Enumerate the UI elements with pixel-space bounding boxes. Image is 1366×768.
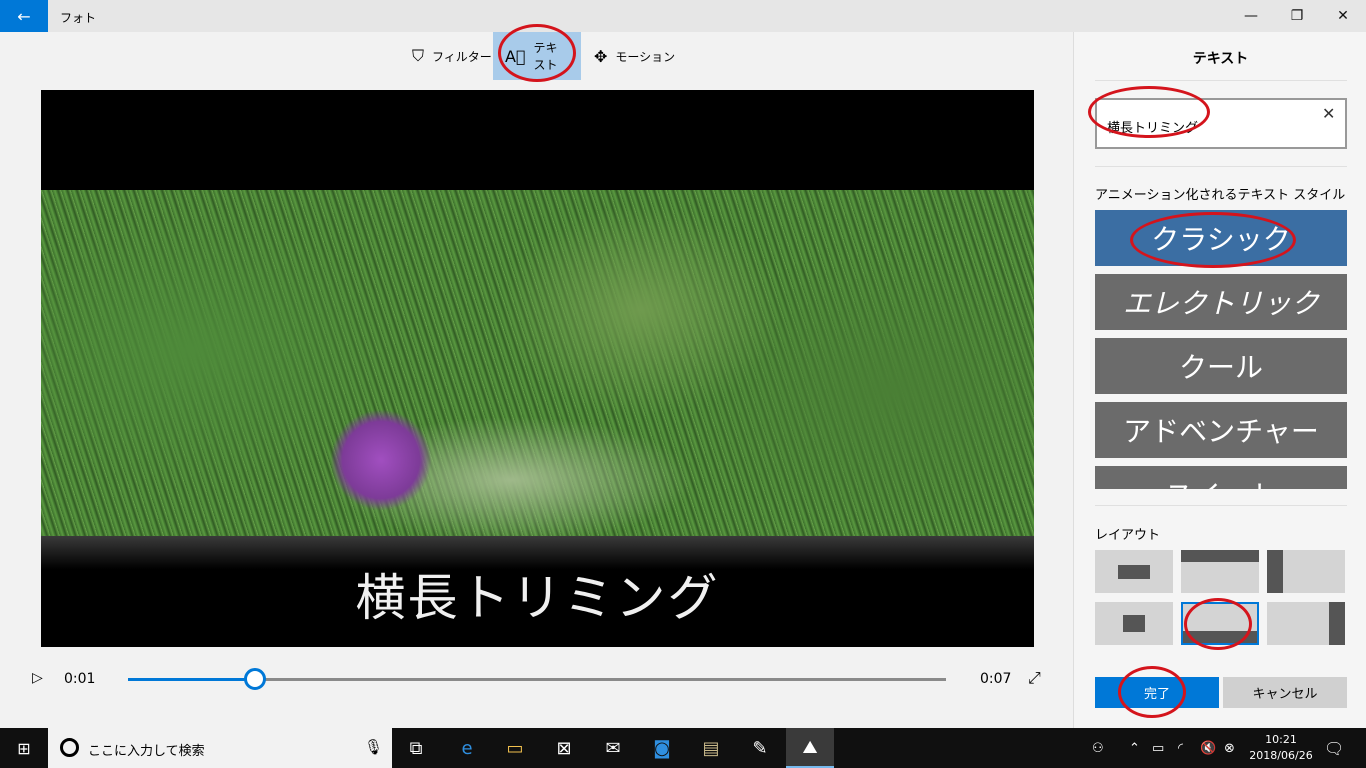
wifi-icon[interactable]: ◜ — [1178, 728, 1183, 768]
expand-icon: ⤢ — [1028, 668, 1041, 687]
divider — [1095, 505, 1347, 506]
start-button[interactable]: ⊞ — [0, 728, 48, 768]
style-adventure-button[interactable]: アドベンチャー — [1095, 402, 1347, 458]
filter-label: フィルター — [432, 49, 492, 64]
close-button[interactable]: ✕ — [1320, 0, 1366, 32]
styles-label: アニメーション化されるテキスト スタイル — [1095, 188, 1346, 203]
playback-controls: ▷ 0:01 0:07 ⤢ — [0, 660, 1073, 700]
divider — [1095, 166, 1347, 167]
motion-label: モーション — [615, 49, 676, 64]
caption-text-input[interactable] — [1095, 98, 1347, 149]
back-button[interactable]: ← — [0, 0, 48, 32]
layout-left-icon — [1267, 550, 1283, 593]
restore-button[interactable]: ❐ — [1274, 0, 1320, 32]
layout-bottom-icon — [1183, 631, 1257, 643]
minimize-button[interactable]: — — [1228, 0, 1274, 32]
microphone-icon[interactable]: 🎙 — [364, 738, 383, 756]
thistle-photo — [41, 190, 1034, 536]
edge-icon[interactable]: e — [443, 728, 491, 768]
text-button[interactable]: A⃞ テキスト — [493, 32, 581, 80]
restore-icon: ❐ — [1290, 8, 1304, 24]
layout-right-button[interactable] — [1267, 602, 1345, 645]
filter-button[interactable]: ⛉ フィルター — [400, 32, 504, 80]
store-icon[interactable]: ⊠ — [540, 728, 588, 768]
clock-time: 10:21 — [1265, 733, 1297, 746]
edit-toolbar: ⛉ フィルター A⃞ テキスト ✥ モーション — [0, 32, 1073, 80]
show-hidden-icons-icon[interactable]: ⌃ — [1129, 728, 1140, 768]
title-bar: ← フォト — ❐ ✕ — [0, 0, 1366, 32]
minimize-icon: — — [1244, 8, 1258, 24]
current-time: 0:01 — [64, 671, 96, 687]
play-button[interactable]: ▷ — [32, 670, 43, 686]
motion-icon: ✥ — [594, 46, 608, 66]
editor-main: ⛉ フィルター A⃞ テキスト ✥ モーション 横長トリミング ▷ 0:01 0… — [0, 32, 1073, 728]
photos-app-icon[interactable]: ⛰ — [786, 728, 834, 768]
style-electric-button[interactable]: エレクトリック — [1095, 274, 1347, 330]
duration: 0:07 — [980, 671, 1012, 687]
seek-bar[interactable] — [128, 668, 946, 690]
divider — [1095, 80, 1347, 81]
volume-muted-icon[interactable]: 🔇 — [1200, 728, 1216, 768]
style-cool-button[interactable]: クール — [1095, 338, 1347, 394]
battery-icon[interactable]: ▭ — [1152, 728, 1164, 768]
layout-top-icon — [1181, 550, 1259, 562]
back-arrow-icon: ← — [17, 6, 31, 26]
cortana-icon — [60, 738, 79, 757]
text-panel: テキスト ✕ アニメーション化されるテキスト スタイル クラシック エレクトリッ… — [1073, 32, 1366, 728]
style-list: クラシック エレクトリック クール アドベンチャー スイート — [1095, 210, 1347, 489]
file-explorer-icon[interactable]: ▭ — [491, 728, 539, 768]
fullscreen-button[interactable]: ⤢ — [1028, 668, 1041, 688]
taskbar-clock[interactable]: 10:21 2018/06/26 — [1248, 732, 1314, 764]
text-icon: A⃞ — [505, 46, 526, 66]
layout-top-button[interactable] — [1181, 550, 1259, 593]
layout-center-small-icon — [1123, 615, 1145, 632]
outlook-icon[interactable]: ◙ — [638, 728, 686, 768]
notification-status-icon[interactable]: ⊗ — [1224, 728, 1235, 768]
video-caption: 横長トリミング — [355, 569, 720, 627]
style-sweet-button[interactable]: スイート — [1095, 466, 1347, 489]
task-view-icon[interactable]: ⧉ — [392, 728, 440, 768]
cancel-button[interactable]: キャンセル — [1223, 677, 1347, 708]
windows-logo-icon: ⊞ — [17, 738, 31, 758]
mail-icon[interactable]: ✉ — [589, 728, 637, 768]
panel-title: テキスト — [1192, 51, 1249, 67]
seek-thumb[interactable] — [243, 668, 266, 690]
clear-text-button[interactable]: ✕ — [1322, 104, 1335, 123]
text-label: テキスト — [533, 41, 558, 72]
paint-icon[interactable]: ✎ — [736, 728, 784, 768]
taskbar: ⊞ ここに入力して検索 🎙 ⧉ e ▭ ⊠ ✉ ◙ ▤ ✎ ⛰ ⚇ ⌃ ▭ ◜ … — [0, 728, 1366, 768]
style-classic-button[interactable]: クラシック — [1095, 210, 1347, 266]
done-button[interactable]: 完了 — [1095, 677, 1219, 708]
layout-bottom-button[interactable] — [1181, 602, 1259, 645]
close-icon: ✕ — [1337, 8, 1349, 24]
video-preview[interactable]: 横長トリミング — [41, 90, 1034, 647]
taskbar-search[interactable]: ここに入力して検索 🎙 — [48, 728, 392, 768]
play-icon: ▷ — [32, 670, 43, 686]
seek-bar-fill — [128, 678, 255, 681]
layout-label: レイアウト — [1095, 528, 1161, 543]
motion-button[interactable]: ✥ モーション — [582, 32, 687, 80]
layout-center-small-button[interactable] — [1095, 602, 1173, 645]
layout-left-button[interactable] — [1267, 550, 1345, 593]
layout-center-button[interactable] — [1095, 550, 1173, 593]
search-placeholder: ここに入力して検索 — [88, 744, 205, 759]
layout-right-icon — [1329, 602, 1345, 645]
people-icon[interactable]: ⚇ — [1092, 728, 1104, 768]
clock-date: 2018/06/26 — [1249, 749, 1313, 762]
clear-icon: ✕ — [1322, 104, 1336, 123]
action-center-icon[interactable]: 🗨 — [1324, 728, 1344, 768]
layout-center-icon — [1118, 565, 1150, 579]
app-title: フォト — [60, 11, 97, 25]
document-app-icon[interactable]: ▤ — [687, 728, 735, 768]
filter-brush-icon: ⛉ — [412, 46, 425, 65]
